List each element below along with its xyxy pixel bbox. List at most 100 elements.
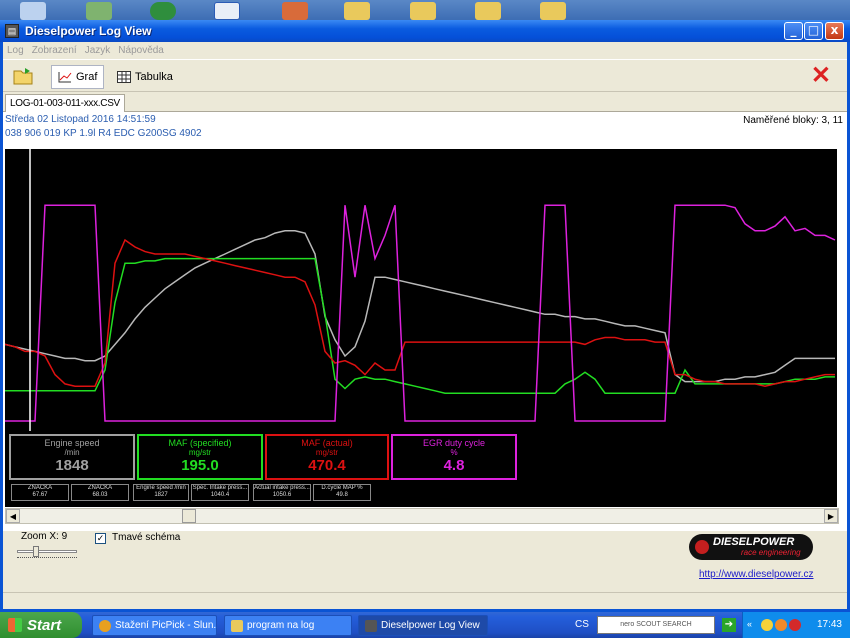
menu-bar: Log Zobrazení Jazyk Nápověda (3, 42, 847, 59)
menu-language[interactable]: Jazyk (85, 45, 111, 56)
zoom-label: Zoom X: 9 (21, 531, 68, 542)
desktop-icon[interactable] (150, 2, 176, 20)
zoom-track (17, 550, 77, 553)
word-document-icon[interactable] (214, 2, 240, 20)
vehicle-info: 038 906 019 KP 1.9l R4 EDC G200SG 4902 (5, 128, 202, 139)
tray-expand-icon[interactable]: « (747, 619, 752, 629)
desktop-icon[interactable] (20, 2, 46, 20)
scroll-thumb[interactable] (182, 509, 196, 523)
horizontal-scrollbar[interactable]: ◀ ▶ (5, 508, 839, 524)
task-label: Stažení PicPick - Slun... (115, 620, 217, 631)
browser-icon (99, 619, 111, 632)
scroll-left-icon[interactable]: ◀ (6, 509, 20, 523)
mini-value: 1050.6 (272, 492, 292, 498)
nero-search-box[interactable]: nero SCOUT SEARCH (597, 616, 715, 634)
table-view-label: Tabulka (135, 71, 173, 83)
series-line-0 (5, 230, 835, 383)
desktop-icon[interactable] (282, 2, 308, 20)
desktop-icon[interactable] (86, 2, 112, 20)
taskbar-item-folder[interactable]: program na log (224, 615, 352, 636)
task-label: Dieselpower Log View (381, 620, 480, 631)
dark-scheme-label[interactable]: Tmavé schéma (112, 532, 180, 543)
table-view-button[interactable]: Tabulka (111, 65, 179, 89)
log-date: Středa 02 Listopad 2016 14:51:59 (5, 114, 156, 125)
desktop-icons-strip (0, 0, 850, 20)
start-button[interactable]: Start (0, 612, 82, 638)
task-label: program na log (247, 620, 315, 631)
file-tab[interactable]: LOG-01-003-011-xxx.CSV (5, 94, 125, 113)
mini-label: D.cycle MAP % (321, 485, 363, 491)
clock: 17:43 (816, 619, 842, 630)
folder-icon[interactable] (475, 2, 501, 20)
mini-label: ZNAČKA (27, 485, 53, 491)
mini-label: Actual intake press... (254, 485, 310, 491)
gauge-value: 470.4 (308, 457, 346, 474)
mini-gauge: Engine speed /min 1827 (133, 484, 189, 501)
mini-gauge: Actual intake press... 1050.6 (253, 484, 311, 501)
folder-icon[interactable] (540, 2, 566, 20)
app-icon (365, 619, 377, 632)
mini-gauge: Spec. Intake press... 1040.4 (191, 484, 249, 501)
windows-flag-icon (8, 618, 22, 632)
series-line-2 (5, 238, 835, 387)
gauge-unit: mg/str (315, 448, 339, 457)
logo-tagline: race engineering (741, 548, 801, 557)
mini-label: Spec. Intake press... (192, 485, 248, 491)
graph-view-label: Graf (76, 71, 98, 83)
close-log-icon[interactable]: ✕ (811, 64, 831, 88)
tray-icon[interactable] (775, 619, 787, 631)
mini-gauge: ZNAČKA 68.03 (71, 484, 129, 501)
bottom-panel: Zoom X: 9 ✓ Tmavé schéma DIESELPOWER rac… (3, 531, 847, 609)
status-bar (3, 592, 847, 606)
gauge-unit: % (450, 448, 458, 457)
website-link[interactable]: http://www.dieselpower.cz (699, 569, 814, 580)
gauge-egr-duty: EGR duty cycle % 4.8 (391, 434, 517, 480)
gauge-value: 1848 (55, 457, 89, 474)
series-line-3 (5, 204, 836, 422)
measured-blocks: Naměřené bloky: 3, 11 (743, 115, 843, 126)
arrow-right-icon[interactable]: ➔ (722, 618, 736, 632)
taskbar-item-picpick[interactable]: Stažení PicPick - Slun... (92, 615, 217, 636)
table-icon (117, 71, 131, 83)
mini-value: 1827 (154, 492, 168, 498)
log-panel: Středa 02 Listopad 2016 14:51:59 038 906… (3, 112, 847, 531)
scroll-right-icon[interactable]: ▶ (824, 509, 838, 523)
tray-icon[interactable] (789, 619, 801, 631)
minimize-button[interactable]: _ (784, 22, 803, 40)
logo-brand: DIESELPOWER (713, 536, 795, 548)
gauge-value: 195.0 (181, 457, 219, 474)
zoom-knob[interactable] (33, 546, 39, 557)
zoom-ticks (17, 557, 77, 560)
mini-label: ZNAČKA (87, 485, 113, 491)
close-button[interactable]: x (825, 22, 844, 40)
mini-value: 68.03 (92, 492, 108, 498)
logo-mark-icon (695, 540, 709, 554)
gauge-label: Engine speed (44, 438, 100, 448)
toolbar: Graf Tabulka ✕ (3, 59, 847, 92)
menu-log[interactable]: Log (7, 45, 24, 56)
system-tray: « 17:43 (742, 612, 850, 638)
folder-icon (231, 619, 243, 632)
open-folder-icon[interactable] (13, 66, 35, 86)
dark-scheme-checkbox[interactable]: ✓ (95, 533, 106, 544)
log-chart[interactable]: Engine speed /min 1848 MAF (specified) m… (5, 149, 837, 507)
start-label: Start (27, 616, 62, 634)
menu-help[interactable]: Nápověda (118, 45, 164, 56)
gauge-value: 4.8 (443, 457, 465, 474)
mini-gauge: ZNAČKA 67.67 (11, 484, 69, 501)
gauge-label: MAF (actual) (301, 438, 353, 448)
language-indicator[interactable]: CS (575, 619, 589, 630)
tray-icon[interactable] (761, 619, 773, 631)
mini-value: 1040.4 (210, 492, 230, 498)
taskbar-item-logview[interactable]: Dieselpower Log View (358, 615, 488, 636)
title-bar[interactable]: ▤ Dieselpower Log View _ □ x (0, 20, 850, 42)
mini-gauge: D.cycle MAP % 49.8 (313, 484, 371, 501)
zoom-slider[interactable] (17, 546, 79, 560)
app-window: ▤ Dieselpower Log View _ □ x Log Zobraze… (0, 20, 850, 612)
folder-icon[interactable] (410, 2, 436, 20)
graph-view-button[interactable]: Graf (51, 65, 105, 89)
menu-view[interactable]: Zobrazení (32, 45, 77, 56)
window-title: Dieselpower Log View (25, 24, 152, 38)
maximize-button[interactable]: □ (804, 22, 823, 40)
folder-icon[interactable] (344, 2, 370, 20)
